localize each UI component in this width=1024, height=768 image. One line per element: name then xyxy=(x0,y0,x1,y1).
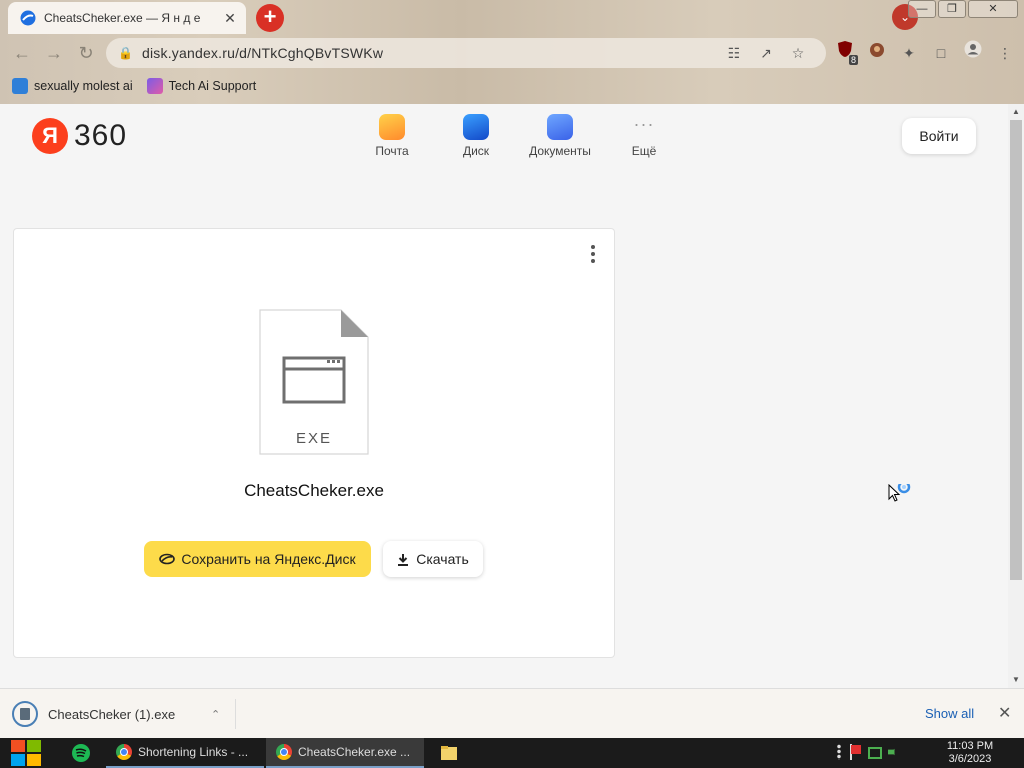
minimize-button[interactable]: — xyxy=(908,0,936,18)
bookmark-star-icon[interactable]: ☆ xyxy=(782,45,814,62)
address-bar[interactable]: 🔒 disk.yandex.ru/d/NTkCghQBvTSWKw ☷ ↗ ☆ xyxy=(106,38,826,68)
download-label: Скачать xyxy=(416,551,469,567)
translate-icon[interactable]: ☷ xyxy=(718,45,750,62)
clock-time: 11:03 PM xyxy=(946,740,994,752)
extension-badge: 8 xyxy=(848,55,858,65)
save-to-disk-label: Сохранить на Яндекс.Диск xyxy=(181,551,356,567)
lock-icon[interactable]: 🔒 xyxy=(118,46,133,60)
bookmark-item-sexually-molest-ai[interactable]: sexually molest ai xyxy=(12,78,133,94)
page-content: Я 360 Почта Диск Документы ··· Ещё Войти xyxy=(0,104,1008,688)
yandex-disk-favicon-icon xyxy=(20,10,36,26)
service-label: Ещё xyxy=(631,144,657,158)
kebab-menu-icon[interactable] xyxy=(588,245,598,265)
scroll-up-icon[interactable]: ▲ xyxy=(1008,104,1024,120)
scroll-down-icon[interactable]: ▼ xyxy=(1008,672,1024,688)
reload-button[interactable]: ↻ xyxy=(70,37,102,69)
logo-text: 360 xyxy=(74,119,128,152)
download-button[interactable]: Скачать xyxy=(383,541,483,577)
yandex-logo-icon: Я xyxy=(32,118,68,154)
chrome-icon xyxy=(116,744,132,760)
show-all-link[interactable]: Show all xyxy=(925,706,974,721)
download-item-name: CheatsCheker (1).exe xyxy=(48,706,176,722)
download-shelf: CheatsCheker (1).exe ⌃ Show all ✕ xyxy=(0,688,1024,738)
network-icon[interactable] xyxy=(868,747,882,759)
browser-chrome: CheatsCheker.exe — Я н д е ✕ + ⌄ — ❐ ✕ ←… xyxy=(0,0,1024,104)
bookmark-item-tech-ai-support[interactable]: Tech Ai Support xyxy=(146,78,257,94)
service-disk[interactable]: Диск xyxy=(434,114,518,158)
service-more[interactable]: ··· Ещё xyxy=(602,114,686,158)
volume-icon[interactable] xyxy=(888,744,900,760)
taskbar-clock[interactable]: 11:03 PM 3/6/2023 xyxy=(930,740,1010,766)
spotify-icon[interactable] xyxy=(70,742,92,764)
windows-start-icon[interactable] xyxy=(8,739,44,767)
side-panel-icon[interactable]: □ xyxy=(928,40,954,66)
window-controls: — ❐ ✕ xyxy=(908,0,1018,18)
taskbar-app-cheatscheker[interactable]: CheatsCheker.exe ... xyxy=(266,738,424,768)
ublock-extension-icon[interactable]: 8 xyxy=(832,40,858,66)
taskbar-app-shortening-links[interactable]: Shortening Links - ... xyxy=(106,738,264,768)
back-button[interactable]: ← xyxy=(6,37,38,69)
download-progress-icon xyxy=(12,701,38,727)
file-extension-label: EXE xyxy=(296,430,332,447)
taskbar-app-label: Shortening Links - ... xyxy=(138,745,249,759)
disk-save-icon xyxy=(159,553,176,565)
tray-overflow-icon[interactable] xyxy=(836,744,842,760)
windows-taskbar: Shortening Links - ... CheatsCheker.exe … xyxy=(0,738,1024,768)
url-text[interactable]: disk.yandex.ru/d/NTkCghQBvTSWKw xyxy=(142,45,718,61)
chrome-icon xyxy=(276,744,292,760)
file-name: CheatsCheker.exe xyxy=(244,481,384,500)
page-scrollbar[interactable]: ▲ ▼ xyxy=(1008,104,1024,688)
shelf-close-icon[interactable]: ✕ xyxy=(998,703,1011,723)
mail-icon xyxy=(379,114,405,140)
service-label: Документы xyxy=(529,144,591,158)
profile-icon[interactable] xyxy=(960,40,986,66)
docs-icon xyxy=(547,114,573,140)
save-to-disk-button[interactable]: Сохранить на Яндекс.Диск xyxy=(144,541,371,577)
extension-avatar-icon[interactable] xyxy=(864,40,890,66)
yandex-360-logo[interactable]: Я 360 xyxy=(32,118,127,154)
download-icon xyxy=(398,553,409,566)
window-close-button[interactable]: ✕ xyxy=(968,0,1018,18)
service-label: Диск xyxy=(462,144,490,158)
extension-icons: 8 ✦ □ ⋮ xyxy=(832,40,1018,66)
bookmarks-bar: sexually molest ai Tech Ai Support xyxy=(0,72,256,100)
file-card: EXE CheatsCheker.exe Сохранить на Яндекс… xyxy=(13,228,615,658)
download-item[interactable]: CheatsCheker (1).exe ⌃ xyxy=(12,699,236,729)
bookmark-label: sexually molest ai xyxy=(34,79,133,93)
tab-close-icon[interactable]: ✕ xyxy=(222,10,238,26)
service-mail[interactable]: Почта xyxy=(350,114,434,158)
disk-icon xyxy=(463,114,489,140)
scrollbar-thumb[interactable] xyxy=(1010,120,1022,580)
action-center-flag-icon[interactable] xyxy=(848,744,862,760)
clock-date: 3/6/2023 xyxy=(948,753,992,765)
service-documents[interactable]: Документы xyxy=(518,114,602,158)
navigation-bar: ← → ↻ 🔒 disk.yandex.ru/d/NTkCghQBvTSWKw … xyxy=(0,36,1024,70)
chevron-up-icon[interactable]: ⌃ xyxy=(211,708,235,721)
exe-file-icon: EXE xyxy=(259,309,369,455)
bookmark-favicon-icon xyxy=(146,78,163,94)
restore-button[interactable]: ❐ xyxy=(938,0,966,18)
bookmark-label: Tech Ai Support xyxy=(168,79,257,93)
new-tab-button[interactable]: + xyxy=(256,4,284,32)
forward-button[interactable]: → xyxy=(38,37,70,69)
services-nav: Почта Диск Документы ··· Ещё xyxy=(350,114,686,158)
bookmark-favicon-icon xyxy=(12,78,28,94)
file-explorer-icon[interactable] xyxy=(438,742,460,764)
more-icon: ··· xyxy=(633,114,655,134)
share-icon[interactable]: ↗ xyxy=(750,45,782,62)
extensions-puzzle-icon[interactable]: ✦ xyxy=(896,40,922,66)
browser-menu-icon[interactable]: ⋮ xyxy=(992,40,1018,66)
browser-tab[interactable]: CheatsCheker.exe — Я н д е ✕ xyxy=(8,2,246,34)
service-label: Почта xyxy=(375,144,409,158)
taskbar-app-label: CheatsCheker.exe ... xyxy=(298,745,411,759)
system-tray xyxy=(836,744,902,760)
mouse-cursor-busy-icon xyxy=(888,484,911,502)
login-button[interactable]: Войти xyxy=(902,118,976,154)
tab-title: CheatsCheker.exe — Я н д е xyxy=(44,11,201,25)
